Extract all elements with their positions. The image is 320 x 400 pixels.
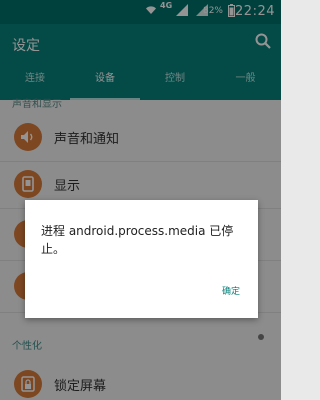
error-dialog: 进程 android.process.media 已停止。 确定 [25, 200, 258, 318]
dialog-message: 进程 android.process.media 已停止。 [41, 224, 234, 256]
ok-button[interactable]: 确定 [222, 284, 240, 297]
